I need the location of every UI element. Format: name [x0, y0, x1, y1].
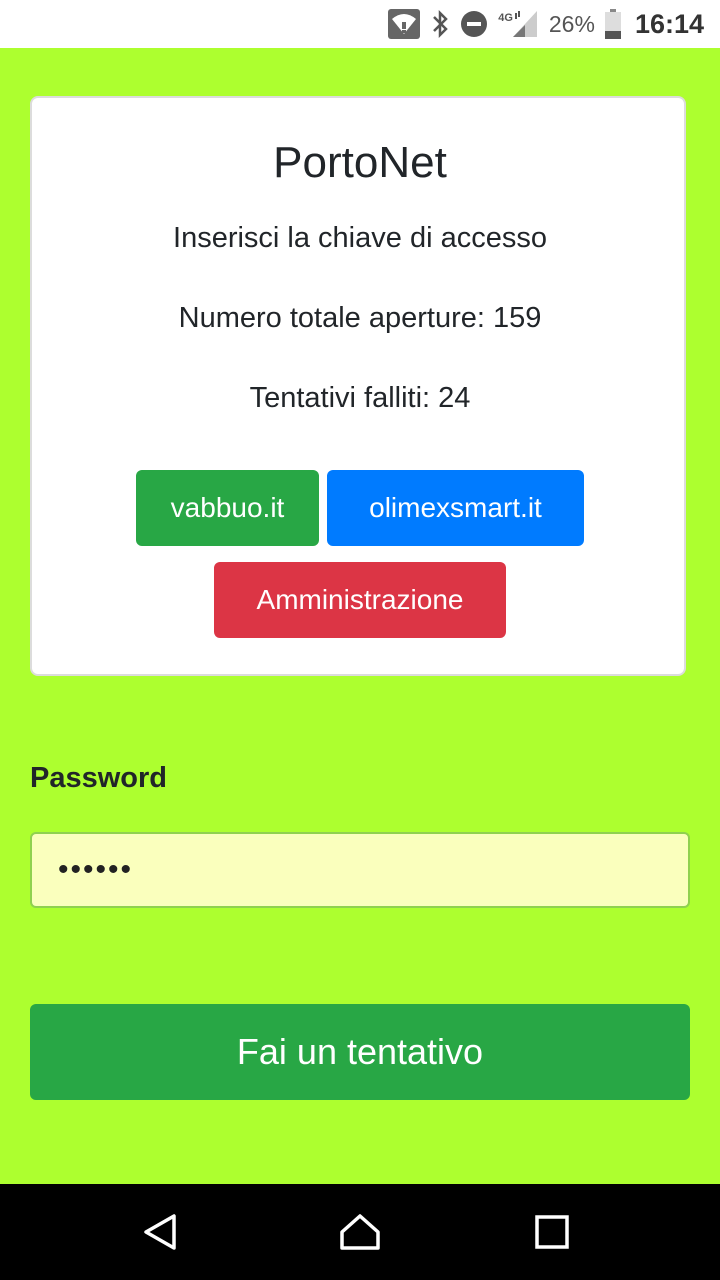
bluetooth-icon	[430, 9, 450, 39]
submit-attempt-button[interactable]: Fai un tentativo	[30, 1004, 690, 1100]
total-openings: Numero totale aperture: 159	[178, 302, 542, 334]
network-type: 4G	[498, 12, 513, 24]
clock: 16:14	[634, 8, 704, 39]
olimexsmart-link-button[interactable]: olimexsmart.it	[327, 470, 584, 546]
do-not-disturb-icon	[460, 10, 488, 38]
recents-icon[interactable]	[524, 1204, 580, 1260]
password-label: Password	[30, 762, 167, 794]
admin-button[interactable]: Amministrazione	[214, 562, 506, 638]
navigation-bar	[0, 1184, 720, 1280]
wifi-icon	[388, 9, 421, 39]
home-icon[interactable]	[332, 1204, 388, 1260]
password-input[interactable]	[30, 832, 690, 908]
failed-attempts: Tentativi falliti: 24	[249, 382, 471, 414]
battery-icon	[604, 9, 621, 39]
vabbuo-link-button[interactable]: vabbuo.it	[136, 470, 319, 546]
status-icons: 4G 26% 16:14	[388, 0, 704, 48]
signal-icon: 4G	[498, 9, 539, 39]
back-icon[interactable]	[132, 1204, 188, 1260]
access-prompt: Inserisci la chiave di accesso	[173, 222, 547, 254]
battery-percent: 26%	[548, 10, 595, 37]
status-bar: 4G 26% 16:14	[0, 0, 720, 48]
page-title: PortoNet	[273, 138, 447, 187]
